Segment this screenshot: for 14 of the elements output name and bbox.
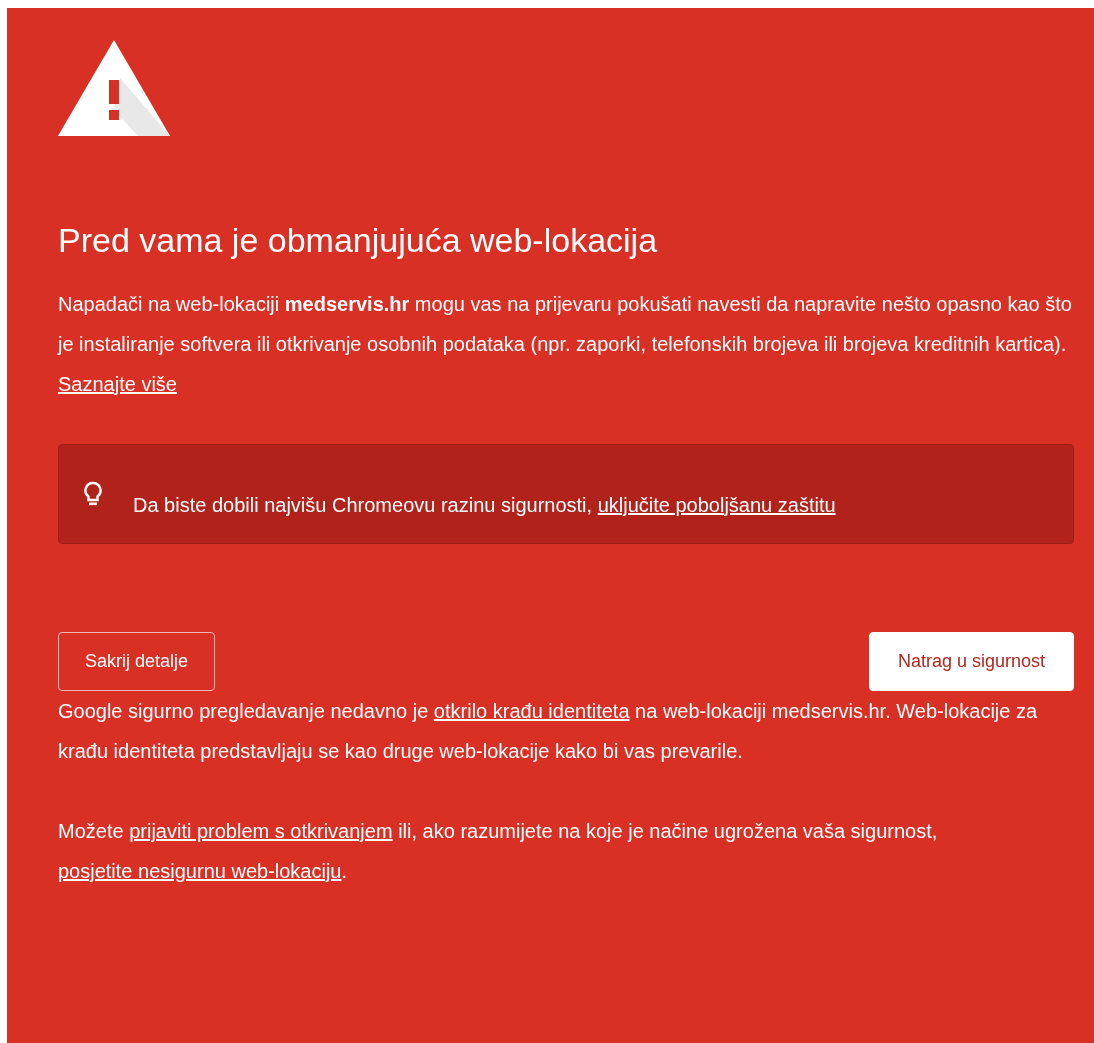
- tip-text: Da biste dobili najvišu Chromeovu razinu sigurnosti, uključite poboljšanu zaštitu: [133, 493, 836, 517]
- details-link[interactable]: posjetite nesigurnu web-lokaciju: [58, 860, 342, 882]
- details-link[interactable]: otkrilo krađu identiteta: [433, 700, 630, 722]
- page-heading: Pred vama je obmanjujuća web-lokacija: [58, 220, 659, 261]
- details-paragraph: Google sigurno pregledavanje nedavno je otkrilo krađu identiteta na web-lokaciji medservis.hr. Web-lokacije za krađu identiteta predstavljaju se kao druge web-lokacije kako bi vas prevarile.: [58, 699, 1039, 764]
- enhanced-protection-link[interactable]: uključite poboljšanu zaštitu: [597, 493, 836, 516]
- lightbulb-icon: [83, 481, 103, 507]
- warning-icon: [58, 40, 170, 136]
- details-paragraph: Možete prijaviti problem s otkrivanjem ili, ako razumijete na koje je načine ugrožena vaša sigurnost, posjetite nesigurnu web-lokaciju.: [58, 819, 939, 884]
- hide-details-button[interactable]: Sakrij detalje: [58, 632, 216, 691]
- back-to-safety-button[interactable]: Natrag u sigurnost: [868, 632, 1074, 691]
- warning-paragraph: Napadači na web-lokaciji medservis.hr mogu vas na prijevaru pokušati navesti da napravite nešto opasno kao što je instaliranje softvera ili otkrivanje osobnih podataka (npr. zaporki, telefonskih brojeva ili brojeva kreditnih kartica). Saznajte više: [58, 292, 1073, 397]
- details-link[interactable]: prijaviti problem s otkrivanjem: [129, 820, 393, 842]
- learn-more-link[interactable]: Saznajte više: [58, 373, 177, 395]
